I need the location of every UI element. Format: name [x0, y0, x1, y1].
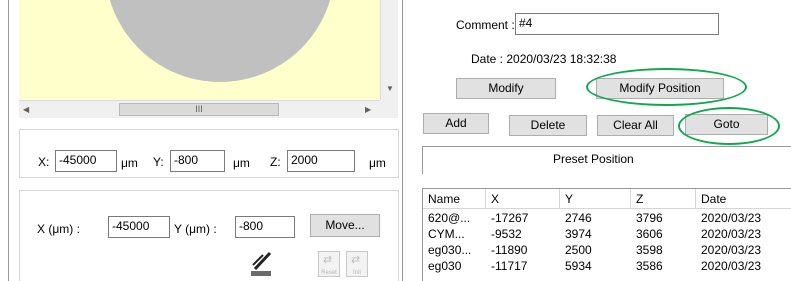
reset-label: Reset [321, 270, 337, 276]
scroll-down-arrow-icon[interactable]: ▼ [386, 84, 394, 93]
cell-name: eg030 [428, 259, 462, 273]
cell-date: 2020/03/23 [701, 227, 762, 241]
splitter-line [402, 0, 403, 281]
cell-y: 5934 [565, 259, 592, 273]
table-row[interactable]: CYM... -9532 3974 3606 2020/03/23 [423, 226, 791, 242]
scroll-right-arrow-icon[interactable]: ▶ [365, 105, 371, 114]
y-position-field[interactable]: -800 [170, 150, 225, 172]
comment-label: Comment : [456, 18, 515, 32]
cell-name: 620@... [428, 211, 471, 225]
cell-x: -17267 [491, 211, 529, 225]
column-header-y[interactable]: Y [560, 189, 631, 209]
cell-y: 2500 [565, 243, 592, 257]
z-unit-label: μm [369, 156, 386, 170]
date-text: Date : 2020/03/23 18:32:38 [471, 52, 617, 66]
scroll-left-arrow-icon[interactable]: ◀ [23, 105, 29, 114]
cell-date: 2020/03/23 [701, 211, 762, 225]
cell-z: 3796 [636, 211, 663, 225]
scrollbar-corner [380, 100, 398, 118]
cell-x: -11717 [491, 259, 528, 273]
cell-x: -11890 [491, 243, 528, 257]
cell-z: 3598 [636, 243, 663, 257]
horizontal-scrollbar[interactable]: ◀ III ▶ [19, 100, 380, 118]
clear-all-button[interactable]: Clear All [597, 115, 674, 136]
column-header-date[interactable]: Date [696, 189, 791, 209]
cell-date: 2020/03/23 [701, 243, 762, 257]
preset-position-table[interactable]: Name X Y Z Date 620@... -17267 2746 3796… [422, 188, 791, 281]
cell-name: eg030... [428, 243, 472, 257]
cell-name: CYM... [428, 227, 465, 241]
modify-position-highlight [586, 68, 747, 106]
goto-highlight [678, 107, 780, 145]
left-frame-line [8, 0, 9, 281]
move-x-field[interactable]: -45000 [108, 216, 170, 238]
z-label: Z: [270, 155, 281, 169]
table-row[interactable]: eg030 -11717 5934 3586 2020/03/23 [423, 258, 791, 274]
reset-button[interactable]: ⇄ Reset [318, 251, 340, 277]
cell-x: -9532 [491, 227, 522, 241]
stage-preview[interactable] [19, 0, 380, 100]
column-header-x[interactable]: X [486, 189, 560, 209]
move-panel: X (μm) : -45000 Y (μm) : -800 Move... ⇄ … [19, 190, 399, 281]
table-row[interactable]: 620@... -17267 2746 3796 2020/03/23 [423, 210, 791, 226]
cell-y: 2746 [565, 211, 592, 225]
column-header-z[interactable]: Z [631, 189, 696, 209]
move-y-label: Y (μm) : [174, 222, 217, 236]
move-y-field[interactable]: -800 [235, 216, 295, 238]
column-header-name[interactable]: Name [423, 189, 486, 209]
sample-circle [105, 0, 335, 82]
init-label: Init [352, 270, 361, 276]
z-position-field[interactable]: 2000 [287, 150, 355, 172]
y-label: Y: [153, 155, 164, 169]
y-unit-label: μm [233, 156, 250, 170]
modify-button[interactable]: Modify [456, 78, 556, 99]
preset-position-title: Preset Position [553, 152, 634, 166]
delete-button[interactable]: Delete [509, 115, 587, 136]
move-button[interactable]: Move... [310, 214, 380, 237]
add-button[interactable]: Add [423, 113, 489, 134]
x-label: X: [38, 155, 50, 169]
cell-z: 3606 [636, 227, 663, 241]
reset-arrows-icon: ⇄ [323, 254, 333, 266]
cell-y: 3974 [565, 227, 592, 241]
cell-date: 2020/03/23 [701, 259, 762, 273]
preset-position-header: Preset Position [422, 146, 791, 174]
init-button[interactable]: ⇄ Init [346, 251, 368, 277]
position-readout-panel: X: -45000 μm Y: -800 μm Z: 2000 μm [19, 129, 399, 178]
table-row[interactable]: eg030... -11890 2500 3598 2020/03/23 [423, 242, 791, 258]
x-unit-label: μm [121, 156, 138, 170]
scroll-thumb[interactable]: III [119, 103, 279, 116]
vertical-scrollbar[interactable]: ▼ [380, 0, 398, 100]
init-arrows-icon: ⇄ [351, 254, 361, 266]
scroll-thumb-grip-icon: III [195, 104, 203, 114]
x-position-field[interactable]: -45000 [55, 150, 117, 172]
comment-field[interactable]: #4 [515, 13, 719, 35]
move-x-label: X (μm) : [37, 222, 80, 236]
joystick-icon[interactable] [249, 249, 275, 277]
cell-z: 3586 [636, 259, 663, 273]
